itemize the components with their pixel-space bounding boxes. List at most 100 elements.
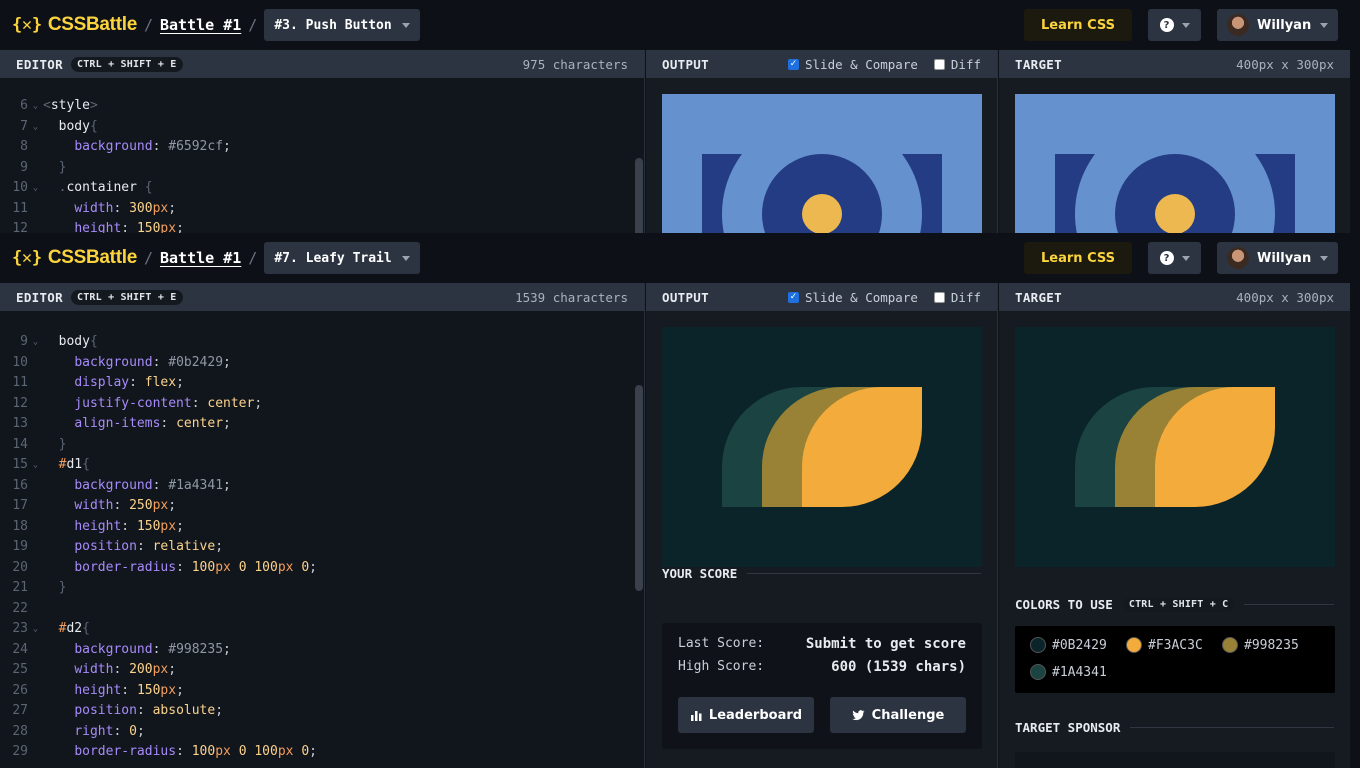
fold-chevron-icon[interactable]: ⌄	[28, 117, 43, 138]
fold-chevron-icon	[28, 353, 43, 374]
code-editor[interactable]: 9 ⌄ body{10 background: #0b2429; 11 displa…	[0, 332, 634, 763]
target-title: TARGET	[1015, 289, 1062, 305]
code-line[interactable]: 6 ⌄ <style>	[0, 96, 634, 117]
code-text: }	[58, 159, 67, 175]
code-line[interactable]: 9 }	[0, 158, 634, 179]
help-icon: ?	[1159, 18, 1174, 32]
fold-chevron-icon[interactable]: ⌄	[28, 619, 43, 640]
code-line[interactable]: 21 }	[0, 578, 634, 599]
code-text: #d1{	[58, 457, 90, 472]
divider	[1130, 727, 1334, 728]
color-dot	[1222, 637, 1238, 653]
learn-css-button[interactable]: Learn CSS	[1024, 9, 1132, 41]
color-swatch[interactable]: #1A4341	[1030, 664, 1107, 680]
code-line[interactable]: 18 height: 150px;	[0, 517, 634, 538]
code-line[interactable]: 22	[0, 599, 634, 620]
bar-chart-icon	[690, 710, 702, 721]
code-line[interactable]: 11 width: 300px;	[0, 199, 634, 220]
battle-link[interactable]: Battle #1	[160, 16, 241, 34]
logo[interactable]: {✕} CSSBattle	[12, 247, 137, 269]
color-swatch[interactable]: #998235	[1222, 637, 1299, 653]
fold-chevron-icon[interactable]: ⌄	[28, 178, 43, 199]
code-line[interactable]: 17 width: 250px;	[0, 496, 634, 517]
editor-scrollbar[interactable]	[635, 158, 643, 233]
diff-toggle[interactable]: Diff	[933, 290, 981, 305]
user-name: Willyan	[1257, 250, 1312, 266]
target-select[interactable]: #3. Push Button	[264, 9, 420, 41]
leaderboard-label: Leaderboard	[708, 707, 803, 723]
code-line[interactable]: 11 display: flex;	[0, 373, 634, 394]
help-button[interactable]: ?	[1148, 9, 1201, 41]
fold-chevron-icon	[28, 742, 43, 763]
code-line[interactable]: 29 border-radius: 100px 0 100px 0;	[0, 742, 634, 763]
high-score-label: High Score:	[678, 659, 765, 674]
target-select[interactable]: #7. Leafy Trail	[264, 242, 420, 274]
fold-chevron-icon[interactable]: ⌄	[28, 455, 43, 476]
color-swatch[interactable]: #F3AC3C	[1126, 637, 1203, 653]
output-title: OUTPUT	[662, 56, 709, 72]
learn-css-button[interactable]: Learn CSS	[1024, 242, 1132, 274]
code-text: <style>	[43, 98, 98, 113]
leafy-trail-art	[662, 327, 982, 567]
line-number: 15	[12, 457, 28, 472]
code-line[interactable]: 19 position: relative;	[0, 537, 634, 558]
color-swatch[interactable]: #0B2429	[1030, 637, 1107, 653]
code-line[interactable]: 24 background: #998235;	[0, 640, 634, 661]
line-number: 29	[12, 744, 28, 759]
code-text: background: #6592cf;	[74, 139, 231, 154]
fold-chevron-icon[interactable]: ⌄	[28, 332, 43, 353]
code-line[interactable]: 10 background: #0b2429;	[0, 353, 634, 374]
code-text: body{	[58, 334, 98, 349]
editor-scrollbar[interactable]	[635, 385, 643, 591]
breadcrumb-separator: /	[143, 16, 153, 34]
logo-text: CSSBattle	[47, 14, 137, 35]
chevron-down-icon	[1181, 22, 1190, 28]
fold-chevron-icon	[28, 219, 43, 233]
last-score-label: Last Score:	[678, 636, 765, 651]
code-line[interactable]: 15 ⌄ #d1{	[0, 455, 634, 476]
diff-toggle[interactable]: Diff	[933, 57, 981, 72]
code-line[interactable]: 28 right: 0;	[0, 722, 634, 743]
breadcrumb-separator: /	[143, 249, 153, 267]
slide-compare-toggle[interactable]: Slide & Compare	[788, 290, 918, 305]
fold-chevron-icon	[28, 722, 43, 743]
line-number: 11	[12, 375, 28, 390]
code-line[interactable]: 16 background: #1a4341;	[0, 476, 634, 497]
code-line[interactable]: 25 width: 200px;	[0, 660, 634, 681]
page-scrollbar[interactable]	[1350, 283, 1360, 768]
user-menu-button[interactable]: Willyan	[1217, 242, 1338, 274]
code-line[interactable]: 8 background: #6592cf;	[0, 137, 634, 158]
sponsor-section: TARGET SPONSOR	[1015, 720, 1334, 735]
output-panel: OUTPUT Slide & Compare Diff	[646, 50, 998, 233]
code-editor[interactable]: 6 ⌄ <style> 7 ⌄ body{8 background: #6592cf; 9…	[0, 96, 634, 233]
sponsor-title: TARGET SPONSOR	[1015, 720, 1121, 735]
code-line[interactable]: 7 ⌄ body{	[0, 117, 634, 138]
slide-compare-toggle[interactable]: Slide & Compare	[788, 57, 918, 72]
challenge-button[interactable]: Challenge	[830, 697, 966, 733]
code-line[interactable]: 23 ⌄ #d2{	[0, 619, 634, 640]
color-hex: #998235	[1244, 637, 1299, 653]
line-number: 13	[12, 416, 28, 431]
user-menu-button[interactable]: Willyan	[1217, 9, 1338, 41]
code-line[interactable]: 10 ⌄ .container {	[0, 178, 634, 199]
code-line[interactable]: 14 }	[0, 435, 634, 456]
fold-chevron-icon[interactable]: ⌄	[28, 96, 43, 117]
fold-chevron-icon	[28, 681, 43, 702]
code-line[interactable]: 26 height: 150px;	[0, 681, 634, 702]
output-preview[interactable]	[662, 94, 982, 233]
breadcrumb-separator: /	[248, 16, 258, 34]
fold-chevron-icon	[28, 496, 43, 517]
page-scrollbar[interactable]	[1350, 50, 1360, 233]
battle-link[interactable]: Battle #1	[160, 249, 241, 267]
code-line[interactable]: 20 border-radius: 100px 0 100px 0;	[0, 558, 634, 579]
output-preview[interactable]	[662, 327, 982, 567]
code-line[interactable]: 12 justify-content: center;	[0, 394, 634, 415]
code-line[interactable]: 9 ⌄ body{	[0, 332, 634, 353]
help-button[interactable]: ?	[1148, 242, 1201, 274]
code-line[interactable]: 27 position: absolute;	[0, 701, 634, 722]
code-line[interactable]: 12 height: 150px;	[0, 219, 634, 233]
fold-chevron-icon	[28, 137, 43, 158]
logo[interactable]: {✕} CSSBattle	[12, 14, 137, 36]
code-line[interactable]: 13 align-items: center;	[0, 414, 634, 435]
leaderboard-button[interactable]: Leaderboard	[678, 697, 814, 733]
